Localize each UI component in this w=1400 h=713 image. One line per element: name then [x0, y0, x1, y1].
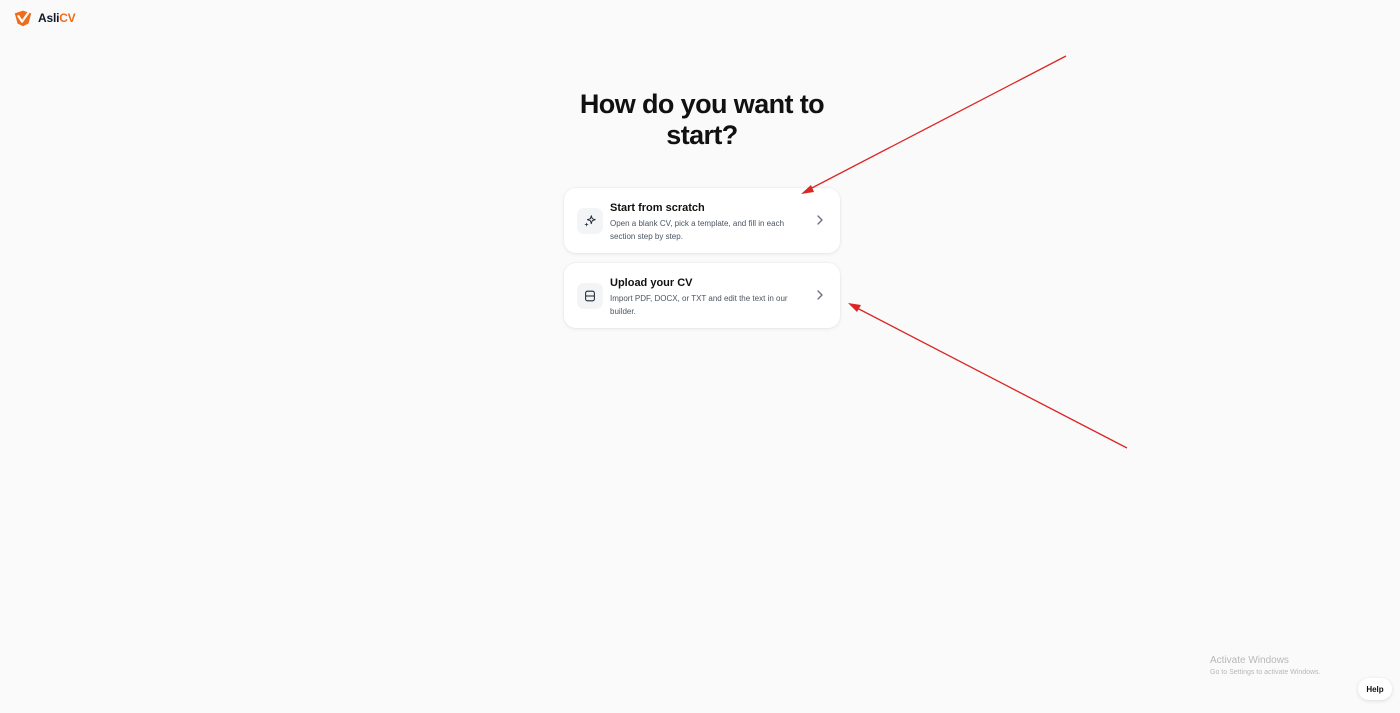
annotation-arrow-2 — [848, 303, 1128, 449]
chevron-right-icon — [817, 290, 823, 300]
upload-document-icon — [577, 283, 603, 309]
card-description: Open a blank CV, pick a template, and fi… — [610, 219, 785, 241]
brand-logo[interactable]: AsliCV — [12, 7, 76, 29]
help-button[interactable]: Help — [1358, 678, 1392, 700]
watermark-subtitle: Go to Settings to activate Windows. — [1210, 669, 1321, 676]
card-description: Import PDF, DOCX, or TXT and edit the te… — [610, 294, 788, 316]
os-activation-watermark: Activate Windows Go to Settings to activ… — [1210, 655, 1321, 678]
sparkles-icon — [577, 208, 603, 234]
watermark-title: Activate Windows — [1210, 655, 1289, 666]
page: AsliCV How do you want to start? Start f… — [0, 0, 1400, 713]
card-title: Upload your CV — [610, 277, 693, 289]
card-title: Start from scratch — [610, 202, 705, 214]
upload-cv-card[interactable]: Upload your CV Import PDF, DOCX, or TXT … — [564, 263, 840, 328]
aslicv-logo-icon — [14, 10, 32, 27]
page-title: How do you want to start? — [579, 89, 825, 150]
start-from-scratch-card[interactable]: Start from scratch Open a blank CV, pick… — [564, 188, 840, 253]
chevron-right-icon — [817, 215, 823, 225]
brand-name: AsliCV — [38, 11, 76, 25]
